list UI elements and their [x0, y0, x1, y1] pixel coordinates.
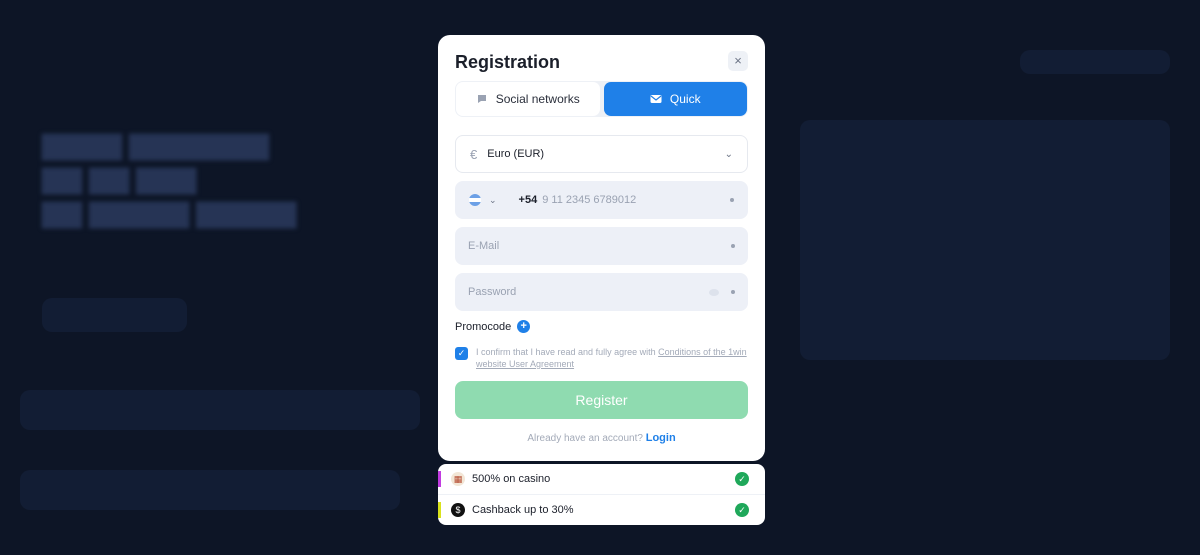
phone-field[interactable]: ⌄ +54 9 11 2345 6789012 — [455, 181, 748, 219]
login-prompt: Already have an account? — [527, 433, 643, 444]
promocode-toggle[interactable]: Promocode + — [455, 320, 531, 333]
euro-icon: € — [470, 146, 478, 162]
agreement-text-main: I confirm that I have read and fully agr… — [476, 347, 659, 357]
currency-select[interactable]: € Euro (EUR) ⌄ — [455, 135, 748, 173]
bonus-accent-bar — [438, 502, 441, 518]
chat-bubble-icon — [477, 95, 486, 103]
password-field[interactable]: Password — [455, 273, 748, 311]
agreement-row: ✓ I confirm that I have read and fully a… — [455, 346, 748, 370]
envelope-icon — [650, 95, 662, 103]
phone-placeholder: 9 11 2345 6789012 — [542, 194, 637, 206]
casino-icon: ▦ — [451, 472, 465, 486]
tab-social-networks-label: Social networks — [495, 92, 580, 106]
bonus-label: Cashback up to 30% — [472, 503, 574, 516]
login-prompt-row: Already have an account? Login — [438, 432, 765, 444]
bonus-label: 500% on casino — [472, 473, 551, 485]
plus-icon[interactable]: + — [517, 320, 531, 333]
bonus-accent-bar — [438, 471, 441, 487]
bonus-item: ▦ 500% on casino ✓ — [438, 464, 765, 494]
bg-blurred-panel — [800, 120, 1170, 360]
bonus-panel: ▦ 500% on casino ✓ $ Cashback up to 30% … — [438, 464, 765, 525]
email-placeholder: E-Mail — [468, 240, 500, 252]
bg-blurred-heading: ▇▇▇▇ ▇▇▇▇▇▇▇ ▇▇ ▇▇ ▇▇▇ ▇▇ ▇▇▇▇▇ ▇▇▇▇▇ — [42, 130, 297, 228]
chevron-down-icon[interactable]: ⌄ — [489, 195, 497, 206]
bg-blurred-cards — [20, 390, 420, 430]
phone-country-code: +54 — [518, 194, 538, 206]
modal-title: Registration — [455, 52, 561, 72]
bg-blurred-bottom — [20, 470, 400, 510]
login-link[interactable]: Login — [646, 432, 676, 444]
required-dot-icon — [731, 244, 735, 248]
tab-quick-label: Quick — [669, 92, 701, 106]
check-icon: ✓ — [735, 502, 749, 517]
argentina-flag-icon — [469, 194, 481, 206]
registration-tabs: Social networks Quick — [455, 81, 748, 117]
cashback-icon: $ — [451, 502, 465, 517]
tab-social-networks[interactable]: Social networks — [456, 82, 600, 116]
bonus-item: $ Cashback up to 30% ✓ — [438, 494, 765, 524]
required-dot-icon — [730, 198, 734, 202]
close-button[interactable]: × — [728, 51, 748, 71]
agreement-checkbox[interactable]: ✓ — [455, 347, 468, 360]
bg-blurred-header-btn — [1020, 50, 1170, 74]
required-dot-icon — [731, 290, 735, 294]
check-icon: ✓ — [735, 472, 749, 486]
tab-quick[interactable]: Quick — [603, 82, 747, 116]
password-placeholder: Password — [468, 286, 517, 298]
promocode-label: Promocode — [455, 320, 512, 333]
eye-icon[interactable] — [709, 288, 719, 296]
agreement-text: I confirm that I have read and fully agr… — [476, 346, 748, 370]
chevron-down-icon: ⌄ — [724, 148, 733, 160]
bg-blurred-button — [42, 298, 187, 332]
registration-modal: Registration × Social networks Quick € E… — [438, 35, 765, 461]
currency-value: Euro (EUR) — [487, 148, 545, 160]
email-field[interactable]: E-Mail — [455, 227, 748, 265]
register-button[interactable]: Register — [455, 381, 748, 419]
